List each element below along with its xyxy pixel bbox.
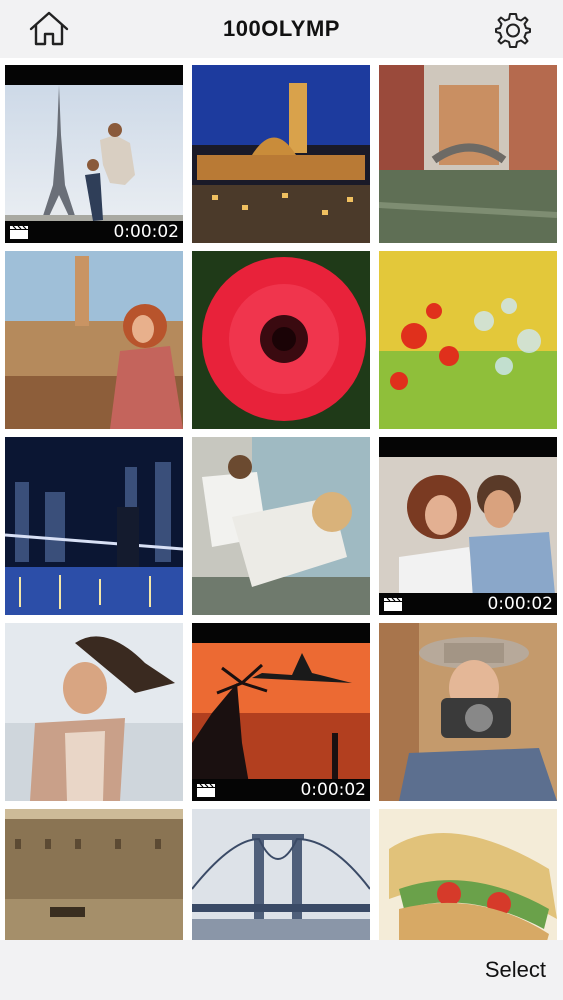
video-duration: 0:00:02 bbox=[300, 780, 366, 800]
tile-venice-sepia[interactable] bbox=[5, 809, 183, 940]
photo-grid: 0:00:02 0:00:02 0:00:02 bbox=[0, 58, 563, 940]
tile-photographer[interactable] bbox=[379, 623, 557, 801]
tile-suspension-bridge[interactable] bbox=[192, 809, 370, 940]
bottom-toolbar: Select bbox=[0, 940, 563, 1000]
video-duration: 0:00:02 bbox=[113, 222, 179, 242]
select-button[interactable]: Select bbox=[485, 940, 546, 1000]
tile-brooklyn-bridge[interactable] bbox=[5, 437, 183, 615]
tile-poppy-field[interactable] bbox=[379, 251, 557, 429]
video-camera-icon bbox=[197, 784, 215, 797]
tile-airplane-sunset[interactable]: 0:00:02 bbox=[192, 623, 370, 801]
video-info-bar: 0:00:02 bbox=[379, 593, 557, 615]
tile-eiffel-tower[interactable]: 0:00:02 bbox=[5, 65, 183, 243]
gear-icon[interactable] bbox=[494, 11, 532, 49]
tile-sandwich[interactable] bbox=[379, 809, 557, 940]
page-title: 100OLYMP bbox=[223, 16, 340, 41]
video-top-strip bbox=[5, 65, 183, 85]
video-top-strip bbox=[379, 437, 557, 457]
tile-florence-woman[interactable] bbox=[5, 251, 183, 429]
tile-two-women[interactable] bbox=[192, 437, 370, 615]
tile-beach-woman[interactable] bbox=[5, 623, 183, 801]
video-camera-icon bbox=[384, 598, 402, 611]
video-camera-icon bbox=[10, 226, 28, 239]
video-top-strip bbox=[192, 623, 370, 643]
tile-couple[interactable]: 0:00:02 bbox=[379, 437, 557, 615]
video-info-bar: 0:00:02 bbox=[192, 779, 370, 801]
top-bar: 100OLYMP bbox=[0, 0, 563, 58]
video-info-bar: 0:00:02 bbox=[5, 221, 183, 243]
tile-red-gerbera[interactable] bbox=[192, 251, 370, 429]
tile-venice-canal[interactable] bbox=[379, 65, 557, 243]
video-duration: 0:00:02 bbox=[487, 594, 553, 614]
tile-siena-night[interactable] bbox=[192, 65, 370, 243]
